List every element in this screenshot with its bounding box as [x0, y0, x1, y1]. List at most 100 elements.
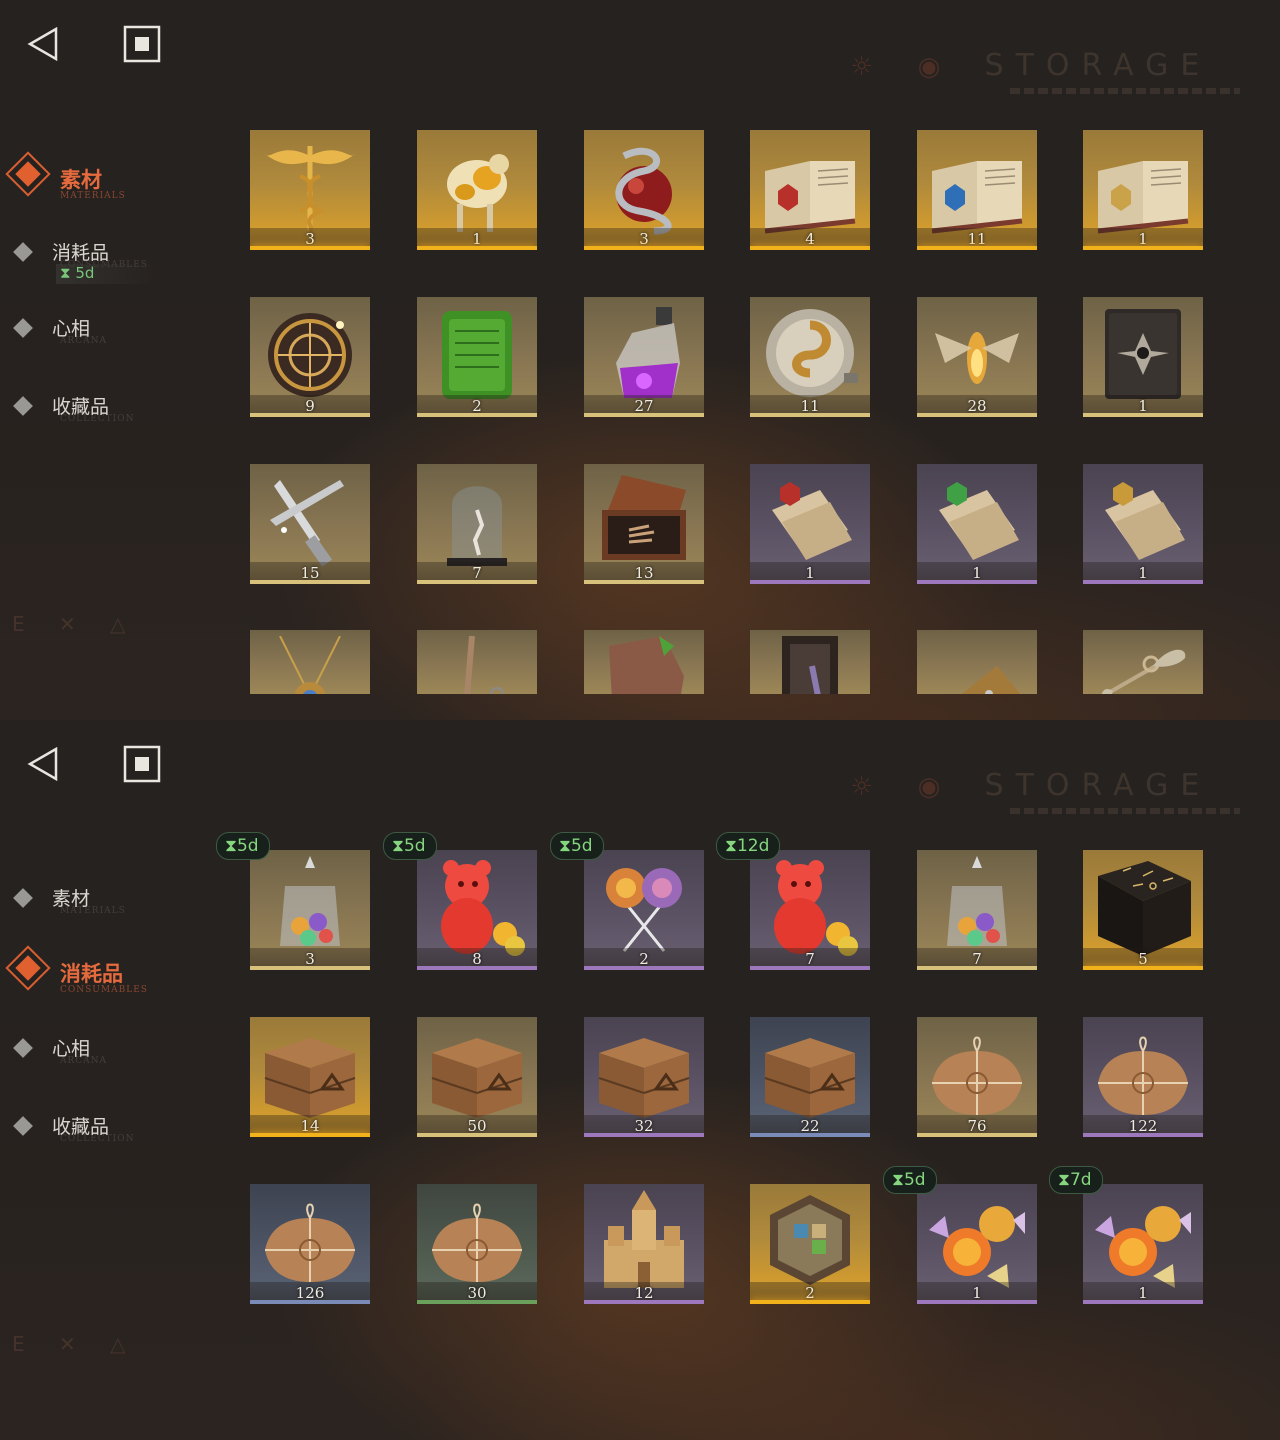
inventory-item-glow-moth[interactable]: 28 [917, 297, 1037, 417]
inventory-item-gilded-sheep[interactable]: 1 [417, 130, 537, 250]
caduceus-icon [260, 136, 360, 236]
hourglass-icon: ⧗ [1058, 1170, 1070, 1190]
inventory-item-scroll-red[interactable]: 1 [750, 464, 870, 584]
item-slot [250, 630, 370, 694]
inventory-item-dark-tome[interactable]: 1 [1083, 297, 1203, 417]
category-arcana[interactable]: 心相 ARCANA [13, 1034, 106, 1066]
category-sidebar: 素材 MATERIALS 消耗品 CONSUMABLES 心相 ARCANA 收藏品 COLL… [0, 850, 210, 1150]
category-materials[interactable]: 素材 MATERIALS [13, 884, 125, 916]
hand-box-icon [594, 470, 694, 570]
inventory-item-book-gold-gem[interactable]: 1 [1083, 130, 1203, 250]
inventory-item-crate[interactable]: 14 [250, 1017, 370, 1137]
inventory-item-rune-chest[interactable]: 5 [1083, 850, 1203, 970]
rarity-bar [417, 246, 537, 250]
inventory-item-stone-fragment[interactable] [584, 630, 704, 720]
category-consumables[interactable]: 消耗品CONSUMABLES [5, 945, 147, 995]
wrapped-candies-icon [1093, 1190, 1193, 1290]
astrolabe-icon [260, 303, 360, 403]
crate-icon [594, 1023, 694, 1123]
inventory-item-dark-frame[interactable] [750, 630, 870, 720]
inventory-item-crate[interactable]: 32 [584, 1017, 704, 1137]
inventory-item-sand-castle[interactable]: 12 [584, 1184, 704, 1304]
brass-device-icon [927, 636, 1027, 694]
inventory-item-purple-potion[interactable]: 27 [584, 297, 704, 417]
item-slot: 14 [250, 1017, 370, 1137]
candy-jar-icon [260, 856, 360, 956]
rarity-bar [417, 1300, 537, 1304]
inventory-item-gummy-bear[interactable]: 8 ⧗5d [383, 832, 537, 970]
inventory-item-astrolabe[interactable]: 9 [250, 297, 370, 417]
inventory-item-coin-device[interactable]: 11 [750, 297, 870, 417]
inventory-item-chain-charm[interactable] [417, 630, 537, 720]
hourglass-icon: ⧗ [225, 836, 237, 856]
inventory-item-parcel[interactable]: 30 [417, 1184, 537, 1304]
candy-jar-icon [927, 856, 1027, 956]
inventory-item-serpent-apple[interactable]: 3 [584, 130, 704, 250]
inventory-item-hand-box[interactable]: 13 [584, 464, 704, 584]
inventory-item-gummy-bear[interactable]: 7 ⧗12d [716, 832, 870, 970]
inventory-item-parcel[interactable]: 126 [250, 1184, 370, 1304]
parcel-icon [427, 1190, 527, 1290]
item-slot [750, 630, 870, 694]
inventory-item-candy-jar[interactable]: 3 ⧗5d [216, 832, 370, 970]
inventory-item-book-red-gem[interactable]: 4 [750, 130, 870, 250]
inventory-item-lollipops[interactable]: 2 ⧗5d [550, 832, 704, 970]
inventory-item-brass-device[interactable] [917, 630, 1037, 720]
rarity-bar [1083, 580, 1203, 584]
category-collection[interactable]: 收藏品 COLLECTION [13, 392, 134, 424]
stone-fragment-icon [594, 636, 694, 694]
active-category-diamond-icon [5, 945, 51, 991]
rarity-bar [1083, 413, 1203, 417]
item-slot: 50 [417, 1017, 537, 1137]
rarity-bar [917, 966, 1037, 970]
category-arcana[interactable]: 心相 ARCANA [13, 314, 106, 346]
category-materials[interactable]: 素材 MATERIALS [5, 151, 125, 201]
inventory-item-silver-blades[interactable]: 15 [250, 464, 370, 584]
rarity-bar [750, 1133, 870, 1137]
inventory-item-caduceus[interactable]: 3 [250, 130, 370, 250]
inventory-item-pendant[interactable] [250, 630, 370, 720]
item-slot [1083, 630, 1203, 694]
inventory-item-wrapped-candies[interactable]: 1 ⧗5d [883, 1166, 1037, 1304]
inventory-item-crate[interactable]: 22 [750, 1017, 870, 1137]
scroll-green-icon [927, 470, 1027, 570]
inventory-item-bell-jar[interactable]: 7 [417, 464, 537, 584]
scroll-gold-icon [1093, 470, 1193, 570]
rarity-bar [250, 1133, 370, 1137]
rarity-bar [750, 413, 870, 417]
inventory-item-parcel[interactable]: 76 [917, 1017, 1037, 1137]
inventory-item-crate[interactable]: 50 [417, 1017, 537, 1137]
active-category-diamond-icon [5, 151, 51, 197]
back-button[interactable] [24, 746, 64, 784]
rarity-bar [250, 966, 370, 970]
category-consumables[interactable]: 消耗品CONSUMABLES [13, 238, 147, 270]
inventory-item-winged-key[interactable] [1083, 630, 1203, 720]
inventory-item-scroll-gold[interactable]: 1 [1083, 464, 1203, 584]
item-slot: 27 [584, 297, 704, 417]
home-button[interactable] [122, 745, 162, 786]
hourglass-icon: ⧗ [725, 836, 737, 856]
inventory-item-green-tablet[interactable]: 2 [417, 297, 537, 417]
home-button[interactable] [122, 25, 162, 66]
item-slot: 1 [1083, 1184, 1203, 1304]
inventory-item-wrapped-candies[interactable]: 1 ⧗7d [1049, 1166, 1203, 1304]
inventory-item-book-blue-gem[interactable]: 11 [917, 130, 1037, 250]
hourglass-icon: ⧗ [60, 264, 76, 282]
item-slot [417, 630, 537, 694]
inventory-item-hex-token[interactable]: 2 [750, 1184, 870, 1304]
watermark-underline [1010, 88, 1240, 94]
parcel-icon [1093, 1023, 1193, 1123]
storage-panel-consumables: ☼ ◉ STORAGE E ✕ △ 素材 MATERIALS 消耗品 CONSUMABLE… [0, 720, 1280, 1440]
category-collection[interactable]: 收藏品 COLLECTION [13, 1112, 134, 1144]
item-slot: 3 [250, 130, 370, 250]
sun-eye-icon: ☼ ◉ [850, 52, 985, 82]
inventory-item-parcel[interactable]: 122 [1083, 1017, 1203, 1137]
rarity-bar [917, 580, 1037, 584]
item-slot: 1 [917, 464, 1037, 584]
inventory-item-scroll-green[interactable]: 1 [917, 464, 1037, 584]
item-slot: 32 [584, 1017, 704, 1137]
back-button[interactable] [24, 26, 64, 64]
sun-eye-icon: ☼ ◉ [850, 772, 985, 802]
inventory-item-candy-jar[interactable]: 7 [917, 850, 1037, 970]
expiry-timer-badge: ⧗5d [883, 1166, 937, 1194]
